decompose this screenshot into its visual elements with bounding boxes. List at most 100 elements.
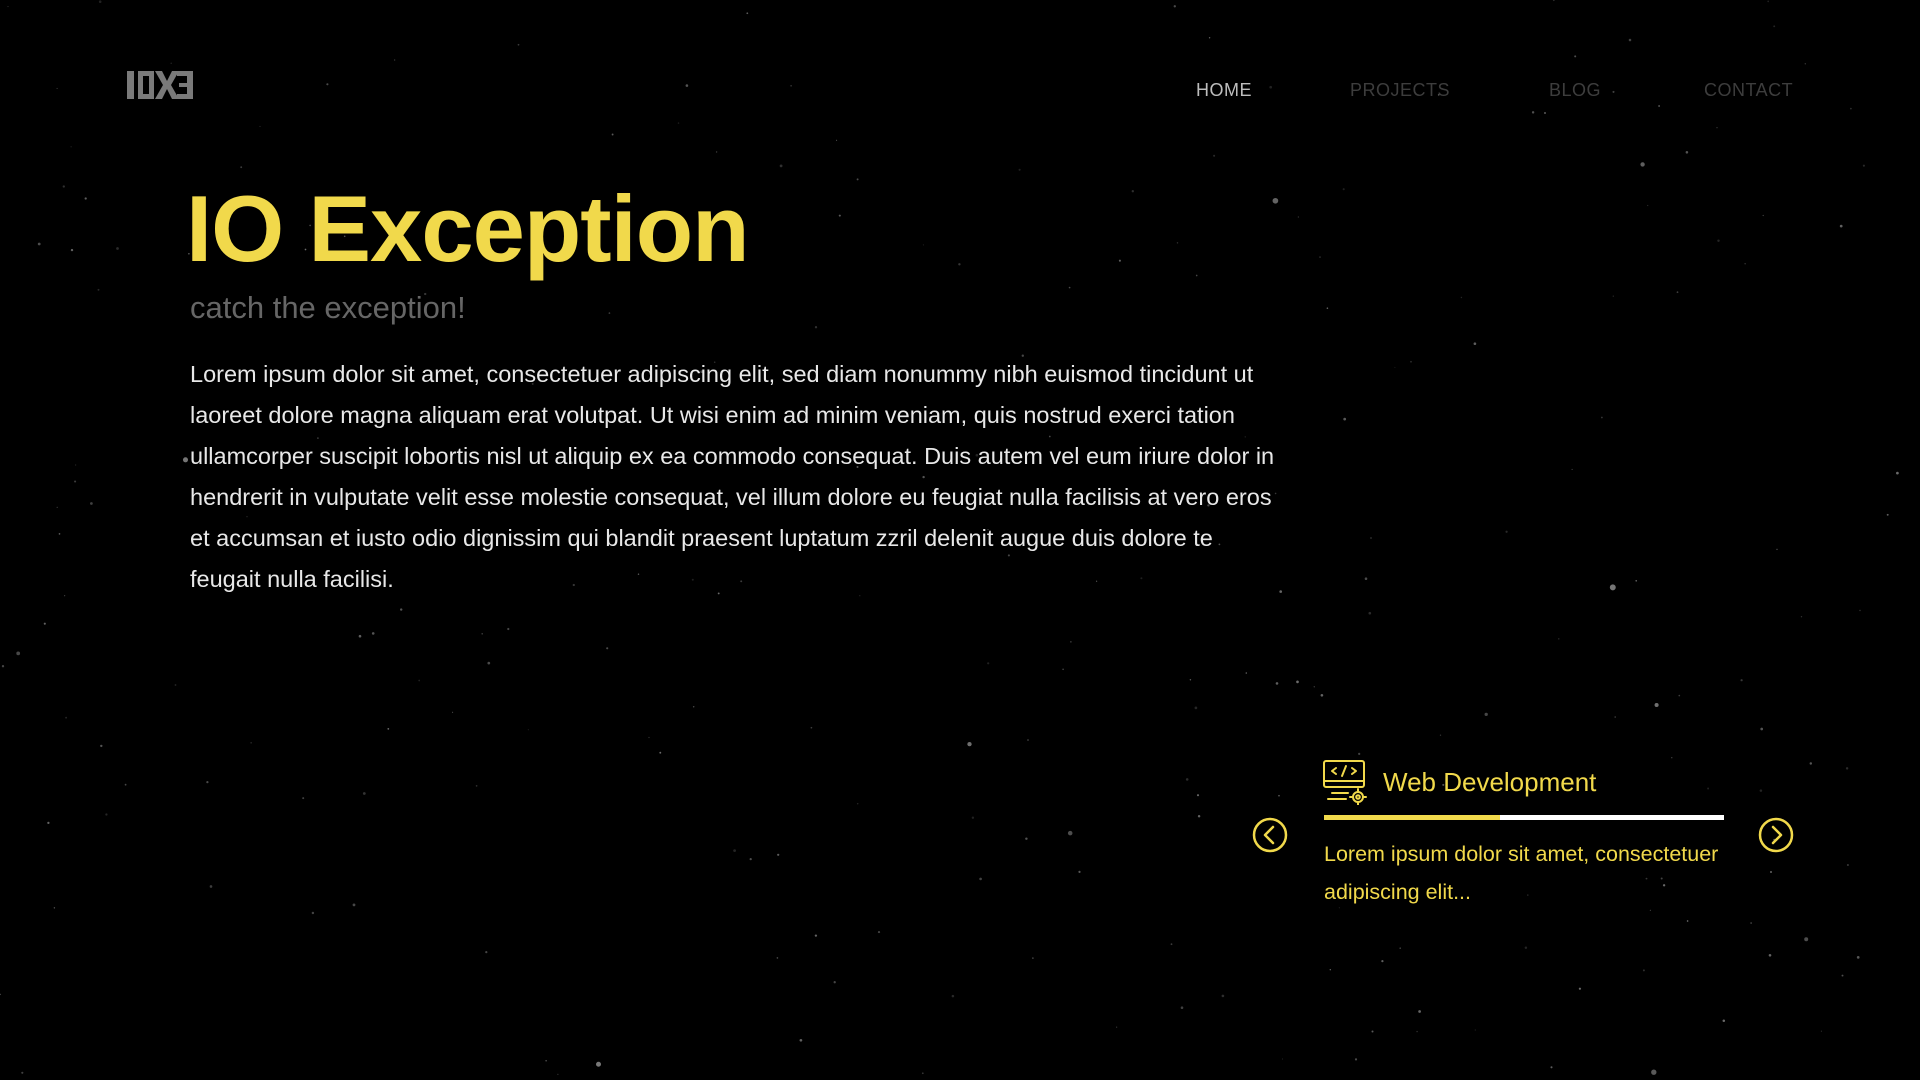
nav-projects[interactable]: PROJECTS — [1350, 80, 1450, 101]
star — [779, 164, 783, 168]
nav-blog[interactable]: BLOG — [1549, 80, 1601, 101]
star — [116, 247, 119, 250]
star — [1213, 154, 1216, 157]
star — [611, 133, 614, 136]
star — [1800, 616, 1803, 618]
star — [836, 139, 838, 141]
star — [1018, 168, 1021, 171]
star — [0, 993, 1, 996]
hero-subtitle: catch the exception! — [190, 290, 466, 325]
star — [1760, 727, 1764, 731]
star — [1, 665, 5, 668]
star — [64, 595, 66, 597]
star — [967, 741, 972, 747]
star — [1410, 360, 1412, 363]
star — [1416, 1030, 1418, 1033]
star — [1070, 641, 1072, 643]
star — [1717, 239, 1720, 242]
star — [1628, 38, 1632, 42]
star — [1296, 680, 1299, 684]
star — [1118, 259, 1121, 262]
star — [1032, 957, 1034, 959]
star — [90, 502, 93, 505]
star — [1473, 342, 1477, 346]
star — [1740, 679, 1743, 682]
star — [1524, 946, 1528, 950]
star — [1896, 471, 1899, 475]
slider-progress-fill — [1324, 815, 1500, 820]
star — [1574, 55, 1577, 58]
star — [1886, 513, 1889, 516]
star — [1170, 943, 1173, 946]
star — [1068, 286, 1071, 289]
star — [659, 751, 662, 754]
star — [1062, 668, 1064, 671]
star — [1809, 762, 1813, 765]
star — [1722, 1019, 1726, 1023]
star — [1846, 863, 1849, 867]
star — [1676, 291, 1679, 294]
star — [1839, 224, 1843, 228]
star — [746, 12, 749, 15]
star — [105, 813, 108, 816]
nav-contact[interactable]: CONTACT — [1704, 80, 1793, 101]
star — [1658, 105, 1660, 107]
star — [1571, 468, 1573, 470]
star — [1368, 611, 1372, 615]
star — [648, 736, 650, 739]
star — [1716, 127, 1718, 129]
star — [98, 0, 102, 3]
star — [1297, 216, 1299, 218]
star — [1609, 584, 1616, 591]
star — [1862, 164, 1865, 167]
star — [1189, 679, 1192, 681]
star — [1027, 739, 1029, 741]
slider-prev-button[interactable] — [1252, 817, 1288, 853]
star — [951, 994, 955, 998]
star — [1176, 242, 1179, 244]
chevron-left-circle-icon — [1252, 817, 1288, 853]
star — [1326, 307, 1329, 309]
star — [856, 178, 859, 181]
nav-home[interactable]: HOME — [1196, 80, 1252, 101]
star — [1381, 959, 1384, 963]
star — [715, 151, 718, 153]
star — [1614, 716, 1616, 718]
star — [1762, 214, 1764, 217]
star — [1221, 994, 1225, 998]
star — [206, 780, 209, 784]
star — [1394, 366, 1396, 368]
star — [452, 711, 454, 713]
star — [596, 1061, 601, 1067]
star — [1776, 548, 1778, 551]
star — [7, 6, 9, 8]
star — [1850, 107, 1852, 110]
star — [371, 632, 375, 635]
star — [838, 214, 841, 217]
service-description: Lorem ipsum dolor sit amet, consectetuer… — [1324, 842, 1719, 904]
star — [1654, 702, 1659, 708]
star — [776, 957, 779, 959]
star — [987, 662, 990, 665]
star — [1197, 814, 1201, 818]
star — [1281, 1058, 1284, 1060]
star — [1460, 296, 1463, 299]
star — [958, 263, 961, 266]
star — [777, 853, 780, 856]
slider-next-button[interactable] — [1758, 817, 1794, 853]
star — [810, 726, 813, 729]
star — [311, 911, 315, 915]
star — [1342, 188, 1345, 191]
star — [814, 326, 818, 329]
star — [1804, 937, 1809, 942]
star — [358, 634, 362, 638]
star — [833, 981, 836, 984]
star — [1208, 37, 1211, 39]
star — [65, 716, 68, 719]
star — [16, 651, 21, 656]
star — [1371, 1030, 1374, 1033]
star — [1820, 1030, 1822, 1032]
star — [362, 792, 366, 795]
star — [1067, 830, 1073, 836]
star — [1647, 204, 1649, 207]
